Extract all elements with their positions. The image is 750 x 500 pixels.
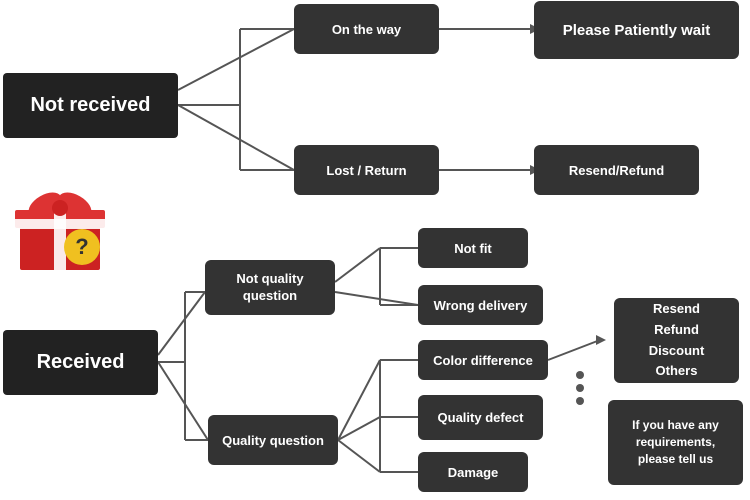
quality-defect-node: Quality defect <box>418 395 543 440</box>
damage-node: Damage <box>418 452 528 492</box>
svg-text:?: ? <box>75 234 88 259</box>
color-difference-node: Color difference <box>418 340 548 380</box>
wrong-delivery-node: Wrong delivery <box>418 285 543 325</box>
gift-box-icon: ? <box>10 175 110 275</box>
resend-options-node: Resend Refund Discount Others <box>614 298 739 383</box>
not-quality-node: Not quality question <box>205 260 335 315</box>
contact-us-node: If you have any requirements, please tel… <box>608 400 743 485</box>
on-the-way-node: On the way <box>294 4 439 54</box>
lost-return-node: Lost / Return <box>294 145 439 195</box>
not-fit-node: Not fit <box>418 228 528 268</box>
received-node: Received <box>3 330 158 395</box>
not-received-node: Not received <box>3 73 178 138</box>
quality-question-node: Quality question <box>208 415 338 465</box>
please-wait-node: Please Patiently wait <box>534 1 739 59</box>
resend-refund-top-node: Resend/Refund <box>534 145 699 195</box>
